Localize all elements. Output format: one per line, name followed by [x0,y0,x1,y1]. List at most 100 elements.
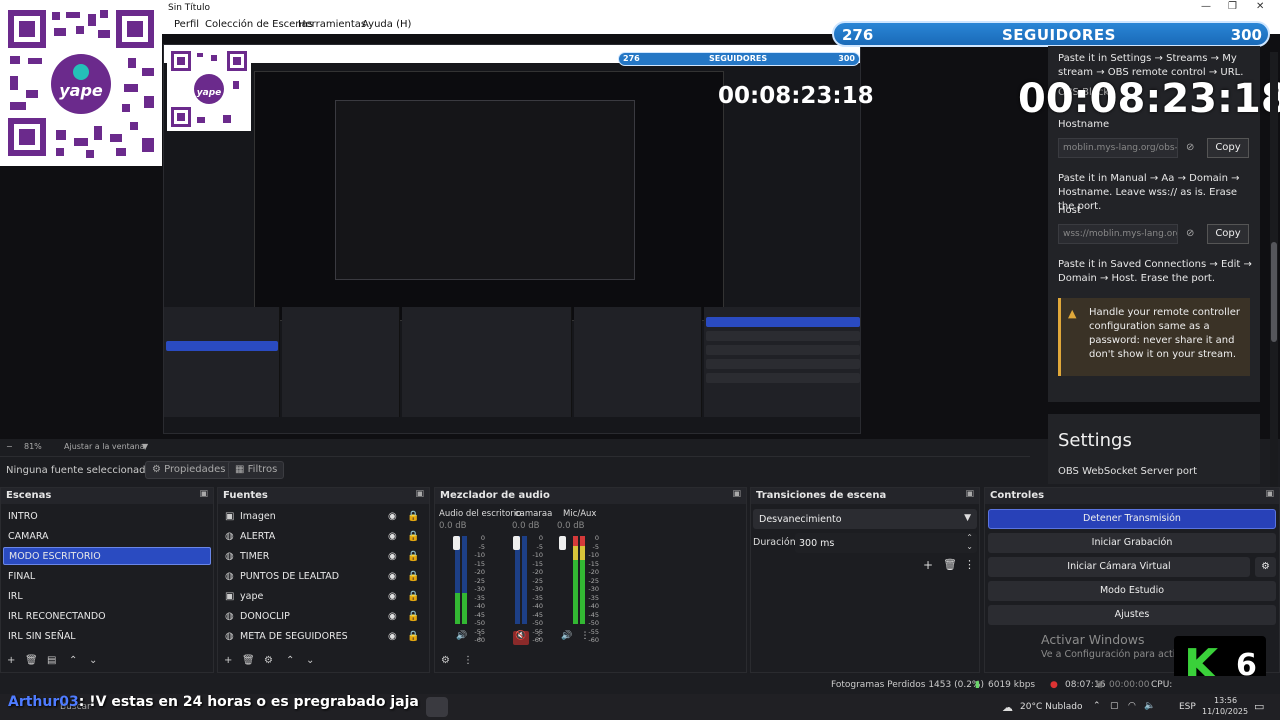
lock-icon[interactable]: 🔒 [407,571,419,582]
clock-time[interactable]: 13:56 [1214,696,1237,705]
lock-icon[interactable]: 🔒 [407,551,419,562]
notification-icon[interactable]: ▭ [1254,700,1264,713]
studio-mode-button[interactable]: Modo Estudio [988,581,1276,601]
lock-icon[interactable]: 🔒 [407,531,419,542]
source-row[interactable]: ◍ PUNTOS DE LEALTAD ◉ 🔒 [218,568,419,586]
obs-taskbar-icon[interactable] [426,697,448,717]
source-row[interactable]: ◍ TIMER ◉ 🔒 [218,548,419,566]
source-row[interactable]: ◍ META DE SEGUIDORES ◉ 🔒 [218,628,419,646]
start-recording-button[interactable]: Iniciar Grabación [988,533,1276,553]
eye-icon[interactable]: ◉ [388,571,397,582]
volume-fader[interactable] [453,536,460,550]
fit-window-dropdown[interactable]: Ajustar a la ventana [64,442,145,451]
more-menu-icon[interactable]: ⋮ [577,631,593,645]
trash-icon[interactable]: 🗑 [943,558,957,571]
trash-icon[interactable]: 🗑 [25,655,38,666]
zoom-bar: − 81% Ajustar a la ventana ▼ [0,440,1030,454]
undock-icon[interactable]: ▣ [199,489,208,499]
chevron-up-icon[interactable]: ⌃ [286,655,294,666]
controls-header: Controles ▣ [985,488,1279,504]
chevron-up-icon[interactable]: ⌃ [69,655,77,666]
volume-fader[interactable] [559,536,566,550]
speaker-icon[interactable]: 🔊 [559,631,575,645]
undock-icon[interactable]: ▣ [415,489,424,499]
scene-item-selected[interactable]: MODO ESCRITORIO [3,547,211,565]
eye-icon[interactable]: ◉ [388,551,397,562]
lock-icon[interactable]: 🔒 [407,591,419,602]
eye-icon[interactable]: ◉ [388,591,397,602]
chevron-down-icon[interactable]: ⌄ [306,655,314,666]
eye-slash-icon[interactable]: ⊘ [1186,228,1200,242]
duration-input[interactable]: 300 ms ⌃ ⌄ [795,533,977,553]
stop-stream-button[interactable]: Detener Transmisión [988,509,1276,529]
host-field[interactable]: wss://moblin.mys-lang.org [1058,224,1178,244]
tray-app-icon[interactable]: ▢ [1110,701,1119,711]
gear-icon[interactable]: ⚙ [441,655,450,666]
speaker-icon[interactable]: 🔈 [1144,701,1155,711]
eye-icon[interactable]: ◉ [388,511,397,522]
more-menu-icon[interactable]: ⋮ [463,655,473,666]
source-row[interactable]: ◍ ALERTA ◉ 🔒 [218,528,419,546]
speaker-muted-icon[interactable]: 🔇 [513,631,529,645]
source-row[interactable]: ▣ Imagen ◉ 🔒 [218,508,419,526]
nested-controls-dock [704,307,860,417]
source-toolbar: Ninguna fuente seleccionad ⚙ Propiedades… [0,456,1030,482]
eye-icon[interactable]: ◉ [388,631,397,642]
virtual-camera-button[interactable]: Iniciar Cámara Virtual [988,557,1250,577]
undock-icon[interactable]: ▣ [732,489,741,499]
minimize-button[interactable]: — [1201,1,1211,12]
chevron-down-icon[interactable]: ▼ [142,442,148,451]
menu-perfil[interactable]: Perfil [174,19,199,30]
volume-fader[interactable] [513,536,520,550]
source-row[interactable]: ▣ yape ◉ 🔒 [218,588,419,606]
chevron-down-icon[interactable]: ⌄ [89,655,97,666]
clock-date[interactable]: 11/10/2025 [1202,707,1248,716]
trash-icon[interactable]: 🗑 [242,655,255,666]
menu-herramientas[interactable]: Herramientas [298,19,366,30]
add-icon[interactable]: + [923,558,933,572]
eye-slash-icon[interactable]: ⊘ [1186,142,1200,156]
more-menu-icon[interactable]: ⋮ [472,631,488,645]
tray-up-icon[interactable]: ⌃ [1093,701,1101,711]
scene-item[interactable]: IRL SIN SEÑAL [3,628,211,646]
lock-icon[interactable]: 🔒 [407,611,419,622]
maximize-button[interactable]: ❐ [1228,1,1237,12]
properties-button[interactable]: ⚙ Propiedades [145,461,233,479]
eye-icon[interactable]: ◉ [388,531,397,542]
copy-hostname-button[interactable]: Copy [1207,138,1249,158]
copy-host-button[interactable]: Copy [1207,224,1249,244]
gear-icon[interactable]: ⚙ [264,655,273,666]
scene-item[interactable]: CAMARA [3,528,211,546]
wifi-icon[interactable]: ◠ [1128,701,1136,711]
add-icon[interactable]: + [224,655,232,666]
menu-ayuda[interactable]: Ayuda (H) [362,19,411,30]
undock-icon[interactable]: ▣ [1265,489,1274,499]
lock-icon[interactable]: 🔒 [407,511,419,522]
source-row[interactable]: ◍ DONOCLIP ◉ 🔒 [218,608,419,626]
menu-coleccion-escenas[interactable]: Colección de Escenas [205,19,313,30]
more-menu-icon[interactable]: ⋮ [964,558,975,571]
scene-item[interactable]: INTRO [3,508,211,526]
lock-icon[interactable]: 🔒 [407,631,419,642]
filter-icon[interactable]: ▤ [47,655,56,666]
hostname-field[interactable]: moblin.mys-lang.org/obs- [1058,138,1178,158]
settings-button[interactable]: Ajustes [988,605,1276,625]
language-indicator[interactable]: ESP [1179,702,1196,712]
eye-icon[interactable]: ◉ [388,611,397,622]
scene-item[interactable]: IRL [3,588,211,606]
close-button[interactable]: ✕ [1256,1,1264,12]
transitions-header: Transiciones de escena ▣ [751,488,979,504]
scene-item[interactable]: IRL RECONECTANDO [3,608,211,626]
transition-select[interactable]: Desvanecimiento ▼ [753,509,977,529]
undock-icon[interactable]: ▣ [965,489,974,499]
image-icon: ▣ [225,511,235,522]
filters-button[interactable]: ▦ Filtros [228,461,285,479]
gear-icon[interactable]: ⚙ [1255,557,1276,577]
speaker-icon[interactable]: 🔊 [454,631,470,645]
panel-scrollbar[interactable] [1270,52,1278,492]
add-icon[interactable]: + [7,655,15,666]
zoom-minus-icon[interactable]: − [6,442,13,451]
scene-item[interactable]: FINAL [3,568,211,586]
more-menu-icon[interactable]: ⋮ [531,631,547,645]
duration-label: Duración [753,537,796,548]
